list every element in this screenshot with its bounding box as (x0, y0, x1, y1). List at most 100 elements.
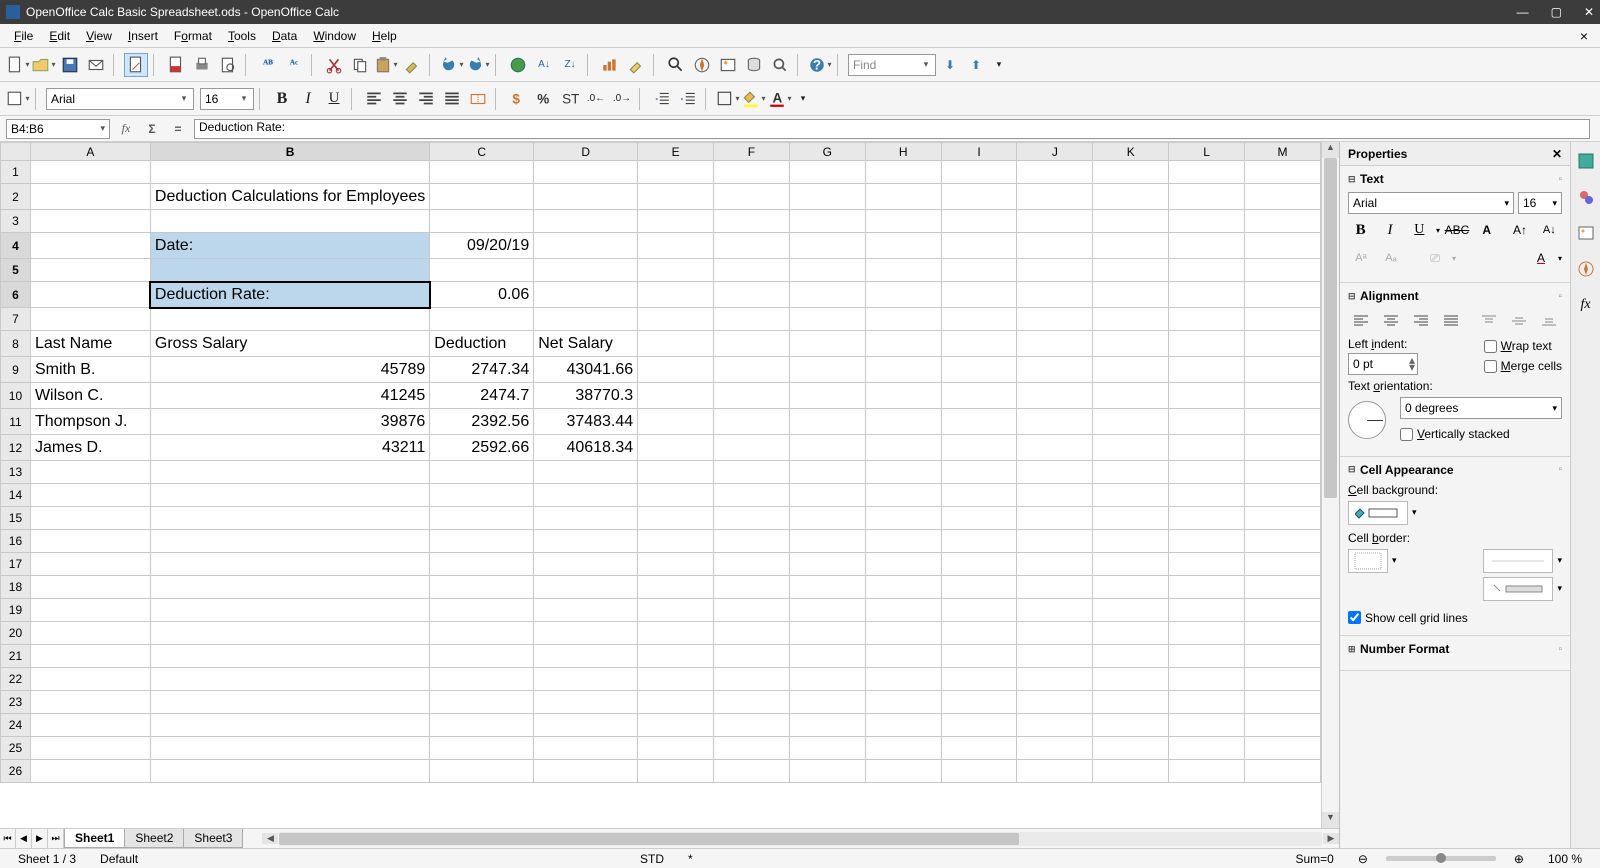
column-header-G[interactable]: G (789, 143, 865, 161)
cell-M18[interactable] (1245, 576, 1321, 599)
add-decimal-button[interactable]: .0← (584, 87, 608, 111)
cell-K2[interactable] (1093, 184, 1169, 210)
cell-K15[interactable] (1093, 507, 1169, 530)
indent-input[interactable]: 0 pt ▴▾ (1348, 353, 1418, 375)
background-color-button[interactable] (742, 87, 766, 111)
cell-D7[interactable] (534, 308, 638, 331)
row-header-8[interactable]: 8 (1, 331, 31, 357)
name-box[interactable]: B4:B6 ▾ (6, 119, 110, 139)
cell-C19[interactable] (430, 599, 534, 622)
cell-H21[interactable] (865, 645, 941, 668)
cell-J1[interactable] (1017, 161, 1093, 184)
border-color-button[interactable] (1483, 577, 1553, 601)
cell-K7[interactable] (1093, 308, 1169, 331)
cell-G13[interactable] (789, 461, 865, 484)
cell-J24[interactable] (1017, 714, 1093, 737)
cell-L21[interactable] (1169, 645, 1245, 668)
cell-D5[interactable] (534, 259, 638, 282)
cell-F20[interactable] (714, 622, 790, 645)
tab-last-button[interactable]: ⏭ (48, 829, 64, 848)
vscroll-thumb[interactable] (1324, 158, 1337, 498)
cell-background-button[interactable] (1348, 501, 1408, 525)
row-header-10[interactable]: 10 (1, 383, 31, 409)
cell-A8[interactable]: Last Name (30, 331, 150, 357)
row-header-15[interactable]: 15 (1, 507, 31, 530)
cell-G14[interactable] (789, 484, 865, 507)
cell-F22[interactable] (714, 668, 790, 691)
font-size-combo[interactable]: 16 ▾ (200, 88, 254, 110)
prop-font-size[interactable]: 16▾ (1518, 192, 1562, 214)
cell-D25[interactable] (534, 737, 638, 760)
cell-J11[interactable] (1017, 409, 1093, 435)
cell-F12[interactable] (714, 435, 790, 461)
cell-B16[interactable] (150, 530, 429, 553)
cell-C4[interactable]: 09/20/19 (430, 233, 534, 259)
cell-B2[interactable]: Deduction Calculations for Employees (150, 184, 429, 210)
cell-J9[interactable] (1017, 357, 1093, 383)
cell-H16[interactable] (865, 530, 941, 553)
cell-L4[interactable] (1169, 233, 1245, 259)
cell-D1[interactable] (534, 161, 638, 184)
cell-H15[interactable] (865, 507, 941, 530)
cell-H20[interactable] (865, 622, 941, 645)
row-header-14[interactable]: 14 (1, 484, 31, 507)
cell-C13[interactable] (430, 461, 534, 484)
sidebar-properties-icon[interactable] (1575, 150, 1597, 172)
zoom-value[interactable]: 100 % (1536, 852, 1594, 866)
cell-F17[interactable] (714, 553, 790, 576)
cell-I2[interactable] (941, 184, 1017, 210)
standard-format-button[interactable]: STD (558, 87, 582, 111)
prop-bold-button[interactable]: B (1348, 218, 1373, 242)
cell-E13[interactable] (638, 461, 714, 484)
cell-B17[interactable] (150, 553, 429, 576)
cell-C25[interactable] (430, 737, 534, 760)
close-document-button[interactable]: × (1574, 28, 1594, 44)
cell-H22[interactable] (865, 668, 941, 691)
cell-M25[interactable] (1245, 737, 1321, 760)
cell-B4[interactable]: Date: (150, 233, 429, 259)
cell-D21[interactable] (534, 645, 638, 668)
cell-F18[interactable] (714, 576, 790, 599)
column-header-M[interactable]: M (1245, 143, 1321, 161)
cell-H7[interactable] (865, 308, 941, 331)
cell-G11[interactable] (789, 409, 865, 435)
cell-G23[interactable] (789, 691, 865, 714)
menu-data[interactable]: Data (264, 24, 305, 48)
sort-desc-button[interactable]: Z↓ (558, 53, 582, 77)
vertical-scrollbar[interactable]: ▲ ▼ (1321, 142, 1339, 828)
cell-L6[interactable] (1169, 282, 1245, 308)
cell-G1[interactable] (789, 161, 865, 184)
cell-D13[interactable] (534, 461, 638, 484)
cell-M17[interactable] (1245, 553, 1321, 576)
row-header-4[interactable]: 4 (1, 233, 31, 259)
cell-E24[interactable] (638, 714, 714, 737)
cell-A14[interactable] (30, 484, 150, 507)
row-header-20[interactable]: 20 (1, 622, 31, 645)
cell-D8[interactable]: Net Salary (534, 331, 638, 357)
cell-K3[interactable] (1093, 210, 1169, 233)
row-header-9[interactable]: 9 (1, 357, 31, 383)
cell-E11[interactable] (638, 409, 714, 435)
cell-K18[interactable] (1093, 576, 1169, 599)
cell-M9[interactable] (1245, 357, 1321, 383)
cell-C3[interactable] (430, 210, 534, 233)
cell-M19[interactable] (1245, 599, 1321, 622)
cell-B21[interactable] (150, 645, 429, 668)
column-header-D[interactable]: D (534, 143, 638, 161)
new-doc-button[interactable] (6, 53, 30, 77)
cell-F25[interactable] (714, 737, 790, 760)
cell-F21[interactable] (714, 645, 790, 668)
prop-shadow-button[interactable]: A (1474, 218, 1499, 242)
cell-D10[interactable]: 38770.3 (534, 383, 638, 409)
cell-L11[interactable] (1169, 409, 1245, 435)
cell-F1[interactable] (714, 161, 790, 184)
datasources-button[interactable] (742, 53, 766, 77)
cell-I14[interactable] (941, 484, 1017, 507)
row-header-5[interactable]: 5 (1, 259, 31, 282)
sheet-tab-sheet3[interactable]: Sheet3 (183, 829, 243, 848)
prop-decrease-font-button[interactable]: A↓ (1537, 218, 1562, 242)
paste-button[interactable] (374, 53, 398, 77)
cell-M1[interactable] (1245, 161, 1321, 184)
cell-I18[interactable] (941, 576, 1017, 599)
cell-A20[interactable] (30, 622, 150, 645)
